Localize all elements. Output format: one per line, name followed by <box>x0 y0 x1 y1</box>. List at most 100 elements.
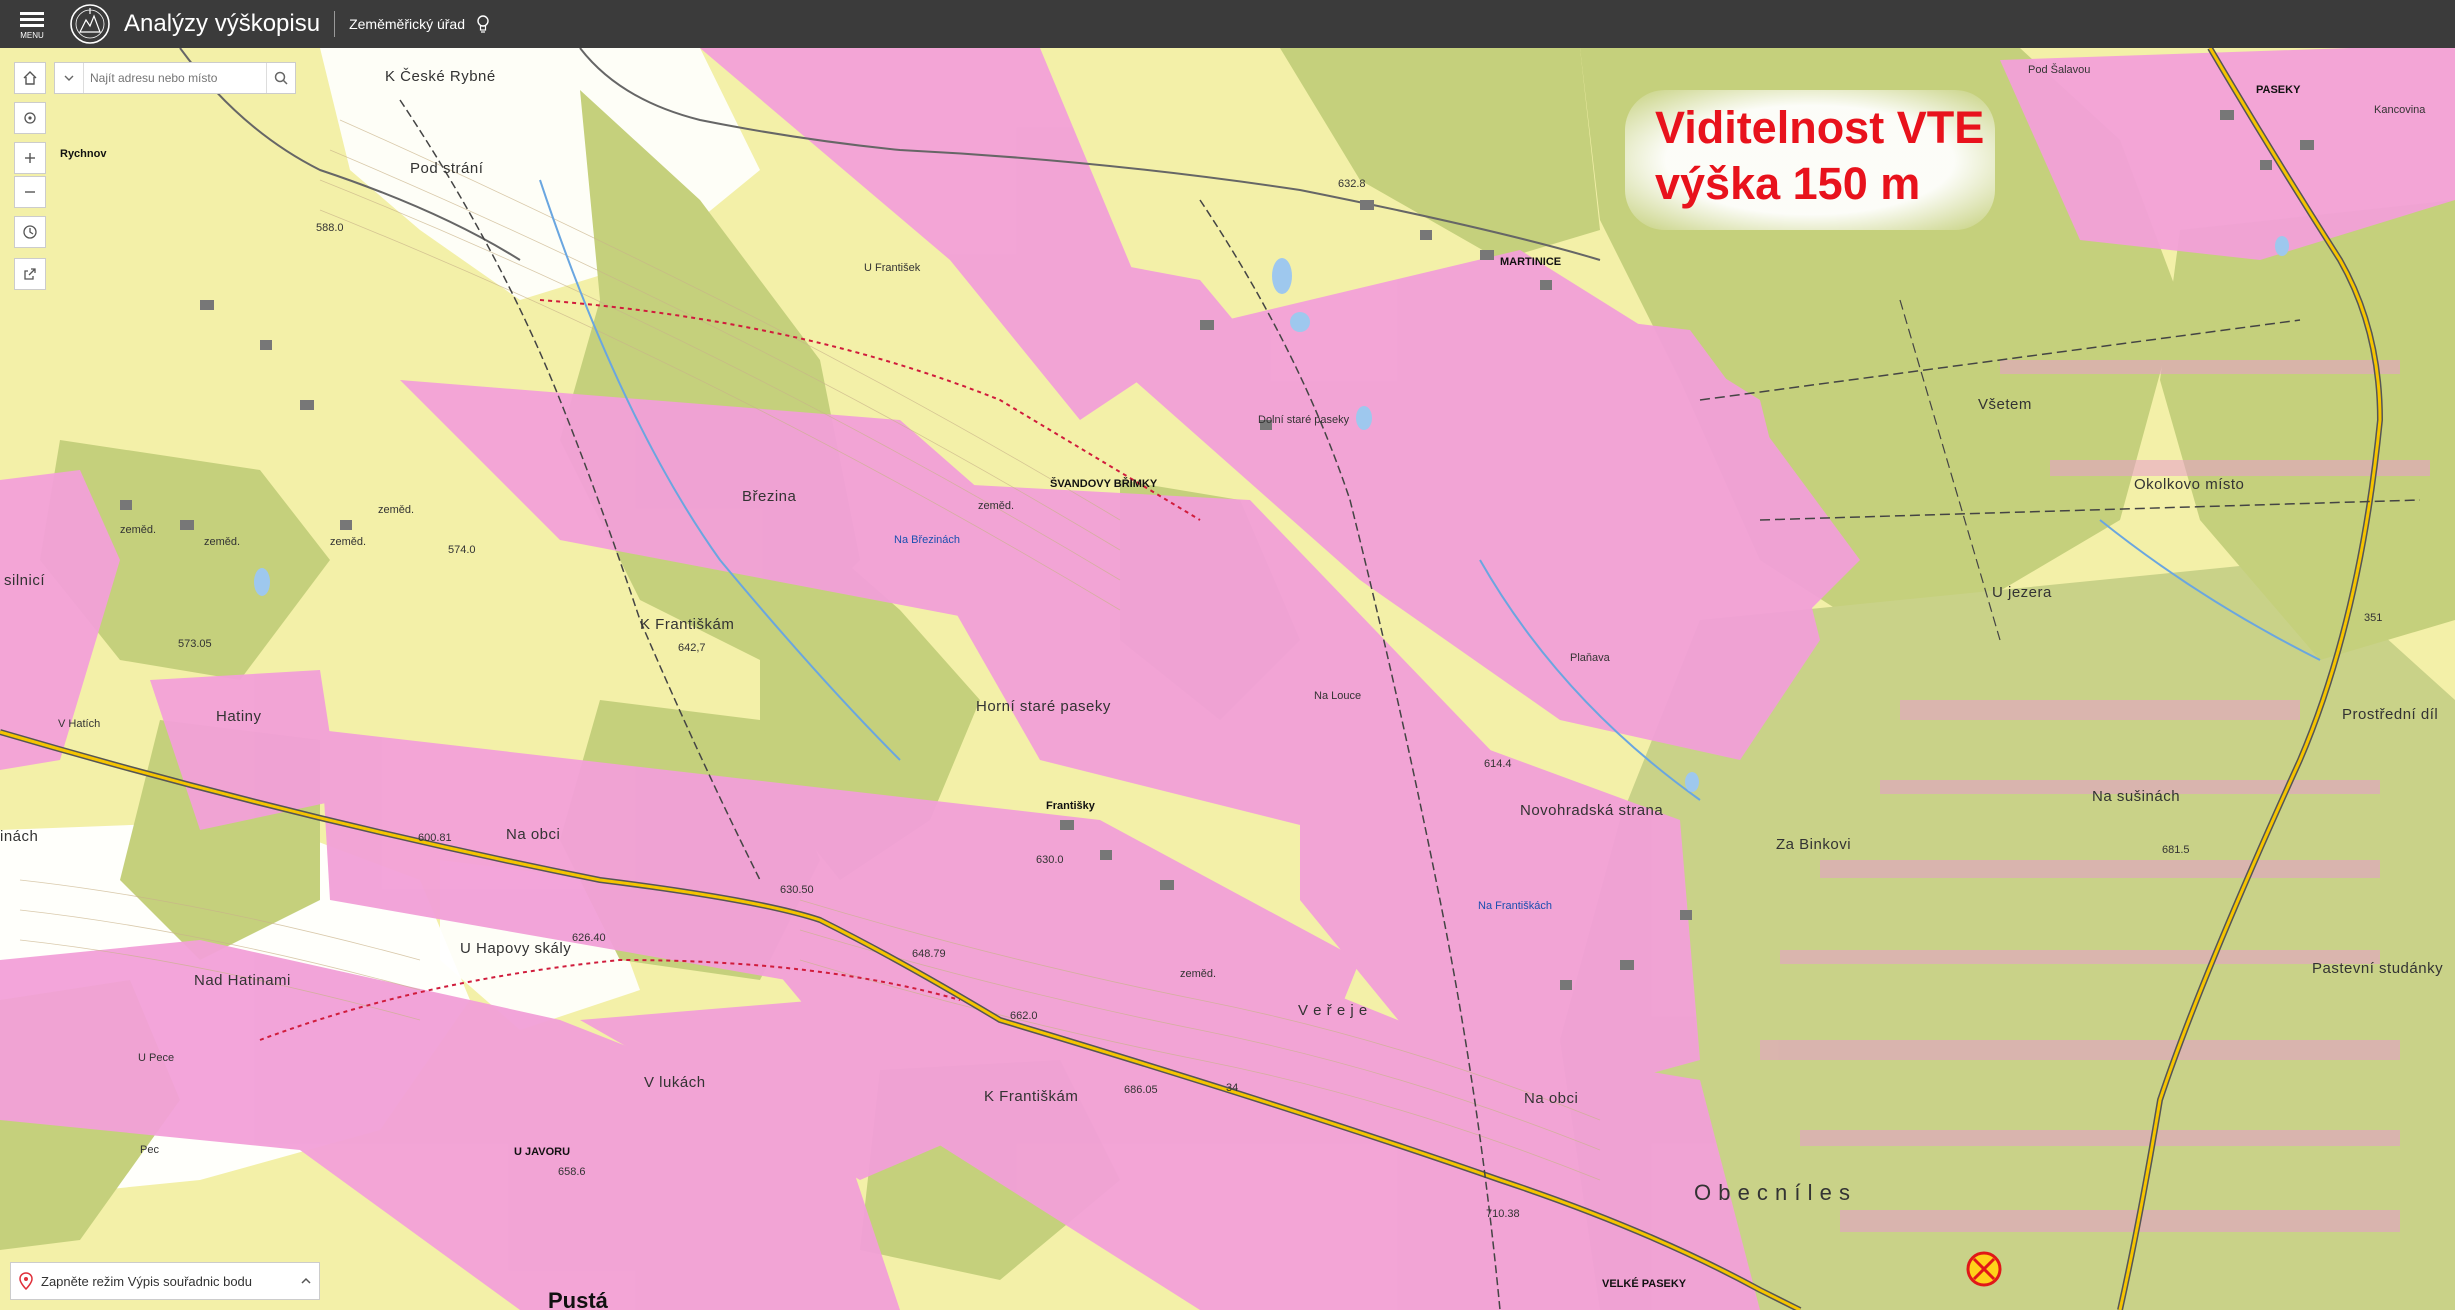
place-label: K České Rybné <box>385 68 496 85</box>
history-button[interactable] <box>14 216 46 248</box>
place-label: Všetem <box>1978 396 2032 413</box>
elevation-label: 658.6 <box>558 1166 586 1178</box>
search-bar <box>54 62 296 94</box>
place-label: U jezera <box>1992 584 2052 601</box>
place-label: Na Louce <box>1314 690 1362 702</box>
place-label: Plaňava <box>1570 652 1610 664</box>
elevation-label: 614.4 <box>1484 758 1512 770</box>
elevation-label: 710.38 <box>1486 1208 1520 1220</box>
elevation-label: 686.05 <box>1124 1084 1158 1096</box>
place-label: Františky <box>1046 800 1095 812</box>
place-label: zeměd. <box>330 536 367 548</box>
place-label: Pec <box>140 1144 159 1156</box>
elevation-label: 662.0 <box>1010 1010 1038 1022</box>
place-label: zeměd. <box>378 504 415 516</box>
map-view[interactable]: K České Rybné Pod strání Rychnov U Frant… <box>0 48 2455 1310</box>
place-label: Pustá <box>548 1288 608 1310</box>
home-icon <box>23 71 37 85</box>
place-label: Na Františkách <box>1478 900 1552 912</box>
place-label: V Hatích <box>58 718 101 730</box>
place-label: zeměd. <box>120 524 157 536</box>
chevron-up-icon[interactable] <box>293 1274 319 1288</box>
place-label: Okolkovo místo <box>2134 476 2245 493</box>
place-label: U Pece <box>138 1052 175 1064</box>
elevation-label: 626.40 <box>572 932 606 944</box>
place-label: MARTINICE <box>1500 256 1562 268</box>
cuzk-logo-icon <box>70 4 110 44</box>
app-header: MENU Analýzy výškopisu Zeměměřický úřad <box>0 0 2455 48</box>
road-number: 34 <box>1226 1082 1239 1094</box>
place-label: U JAVORU <box>514 1146 571 1158</box>
zoom-out-button[interactable] <box>14 176 46 208</box>
coordinate-mode-text: Zapněte režim Výpis souřadnic bodu <box>41 1273 253 1289</box>
place-label: V e ř e j e <box>1298 1002 1368 1019</box>
place-label: PASEKY <box>2256 84 2301 96</box>
place-label: Dolní staré paseky <box>1258 414 1350 426</box>
plus-icon <box>25 153 35 163</box>
place-label: VELKÉ PASEKY <box>1602 1278 1687 1290</box>
place-label: Pastevní studánky <box>2312 960 2444 977</box>
visibility-title-line1: Viditelnost VTE <box>1655 102 1985 153</box>
place-label: Novohradská strana <box>1520 802 1664 819</box>
organization-name[interactable]: Zeměměřický úřad <box>349 16 465 32</box>
elevation-label: 630.50 <box>780 884 814 896</box>
place-label: V lukách <box>644 1074 706 1091</box>
place-label: U Hapovy skály <box>460 940 572 957</box>
visibility-title-line2: výška 150 m <box>1655 158 1921 209</box>
locate-icon <box>24 112 36 124</box>
external-link-icon <box>24 268 36 280</box>
home-button[interactable] <box>14 62 46 94</box>
wind-turbine-marker-icon[interactable] <box>1966 1251 2002 1287</box>
place-label: Na obci <box>1524 1090 1579 1107</box>
elevation-label: 642,7 <box>678 642 706 654</box>
place-label: zeměd. <box>204 536 241 548</box>
app-window: MENU Analýzy výškopisu Zeměměřický úřad <box>0 0 2455 1310</box>
elevation-label: 632.8 <box>1338 178 1366 190</box>
place-label: O b e c n í l e s <box>1694 1180 1851 1205</box>
chevron-down-icon <box>64 75 74 81</box>
place-label: inách <box>0 828 39 845</box>
minus-icon <box>25 191 35 193</box>
app-title: Analýzy výškopisu <box>124 10 321 37</box>
place-label: zeměd. <box>1180 968 1217 980</box>
place-label: Prostřední díl <box>2342 706 2439 723</box>
coordinate-mode-bar[interactable]: Zapněte režim Výpis souřadnic bodu <box>10 1262 320 1300</box>
clock-icon <box>23 225 37 239</box>
lightbulb-icon[interactable] <box>475 14 491 34</box>
place-label: Na Březinách <box>894 534 961 546</box>
elevation-label: 588.0 <box>316 222 344 234</box>
place-label: U František <box>864 262 921 274</box>
place-label: Kancovina <box>2374 104 2426 116</box>
place-label: Na obci <box>506 826 561 843</box>
place-label: zeměd. <box>978 500 1015 512</box>
menu-label: MENU <box>20 30 44 40</box>
place-label: Rychnov <box>60 148 107 160</box>
visibility-title: Viditelnost VTE výška 150 m <box>1625 90 1995 230</box>
place-label: Za Binkovi <box>1776 836 1852 853</box>
elevation-label: 600.81 <box>418 832 452 844</box>
search-button[interactable] <box>266 63 295 93</box>
elevation-label: 681.5 <box>2162 844 2190 856</box>
search-source-dropdown[interactable] <box>55 63 84 93</box>
locate-button[interactable] <box>14 102 46 134</box>
share-button[interactable] <box>14 258 46 290</box>
place-label: K Františkám <box>984 1088 1079 1105</box>
road-number: 351 <box>2364 612 2383 624</box>
search-input[interactable] <box>84 64 266 92</box>
hamburger-icon <box>20 9 44 30</box>
place-label: ŠVANDOVY BŘIMKY <box>1050 478 1158 490</box>
header-divider <box>334 11 336 37</box>
zoom-in-button[interactable] <box>14 142 46 174</box>
map-canvas[interactable] <box>0 48 2455 1310</box>
place-label: Nad Hatinami <box>194 972 291 989</box>
menu-button[interactable]: MENU <box>0 0 64 48</box>
elevation-label: 648.79 <box>912 948 946 960</box>
place-label: silnicí <box>4 572 46 589</box>
place-label: Březina <box>742 488 797 505</box>
place-label: K Františkám <box>640 616 735 633</box>
place-label: Na sušinách <box>2092 788 2181 805</box>
elevation-label: 573.05 <box>178 638 212 650</box>
place-label: Hatiny <box>216 708 262 725</box>
search-icon <box>274 71 288 85</box>
elevation-label: 630.0 <box>1036 854 1064 866</box>
